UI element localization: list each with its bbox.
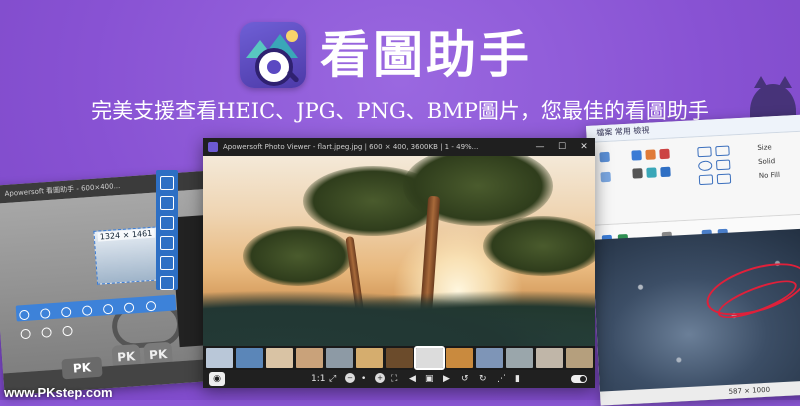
rotate-left-icon[interactable]: ↺ (461, 373, 469, 385)
thumbnail[interactable] (266, 348, 293, 368)
app-mini-icon (208, 142, 218, 152)
maximize-button[interactable]: ☐ (551, 138, 573, 156)
rectangle-tool-icon[interactable] (18, 309, 30, 321)
thumbnail[interactable] (476, 348, 503, 368)
theme-toggle-icon[interactable] (571, 375, 587, 383)
share-icon[interactable]: ⋰ (497, 373, 506, 385)
copy-icon[interactable] (160, 216, 174, 230)
select-icon[interactable] (599, 151, 610, 163)
picker-icon[interactable] (646, 167, 657, 178)
site-watermark: www.PKstep.com (4, 385, 113, 400)
text-tool-icon[interactable] (20, 328, 31, 340)
tree-line (203, 290, 595, 346)
zoom-out-icon[interactable]: − (345, 373, 355, 383)
upload-icon[interactable] (160, 276, 174, 290)
thumbnail[interactable] (356, 348, 383, 368)
ratio-button[interactable]: 1:1 (311, 373, 325, 385)
magnifier-icon[interactable] (660, 166, 671, 178)
photo-viewer-window: Apowersoft Photo Viewer - flart.jpeg.jpg… (203, 138, 595, 388)
blur-tool-icon[interactable] (145, 300, 156, 312)
thumbnail[interactable] (326, 348, 353, 368)
ribbon: Size Solid No Fill (586, 130, 800, 226)
palm-fronds (243, 226, 353, 286)
rect-shape-icon[interactable] (715, 159, 731, 171)
fit-screen-icon[interactable]: ⤢ (329, 373, 336, 385)
thumbnail[interactable] (566, 348, 593, 368)
arrow-shape-icon[interactable] (716, 173, 732, 185)
crop-icon[interactable] (600, 171, 611, 183)
thumbnail[interactable] (506, 348, 533, 368)
eraser-icon[interactable] (632, 168, 643, 179)
viewer-toolbar: ◉ 1:1 ⤢ − • + ⛶ ◀ ▣ ▶ ↺ ↻ ⋰ ▮ (203, 370, 595, 388)
pen-tool-icon[interactable] (103, 303, 114, 315)
ellipse-tool-icon[interactable] (40, 308, 51, 319)
outline-label[interactable]: Solid (758, 157, 775, 166)
arrow-tool-icon[interactable] (82, 305, 93, 316)
right-editor-window: 檔案 常用 檢視 Size Solid No Fill 587 × 1000 (586, 113, 800, 406)
oval-shape-icon[interactable] (697, 160, 713, 172)
share-icon[interactable] (160, 256, 174, 270)
thumbnail[interactable] (386, 348, 413, 368)
fill-label[interactable]: No Fill (759, 171, 780, 180)
fill-icon[interactable] (645, 149, 656, 160)
save-icon[interactable] (160, 196, 174, 210)
pk-badge: PK (61, 356, 103, 380)
thumbnail[interactable] (236, 348, 263, 368)
prev-icon[interactable]: ◀ (409, 373, 416, 385)
thumbnail-strip (203, 346, 595, 370)
highlight-tool-icon[interactable] (124, 302, 135, 313)
thumbnail[interactable] (296, 348, 323, 368)
rotate-right-icon[interactable]: ↻ (479, 373, 487, 385)
app-title: 看圖助手 (320, 26, 532, 84)
next-icon[interactable]: ▶ (443, 373, 450, 385)
line-shape-icon[interactable] (697, 146, 712, 158)
line-tool-icon[interactable] (61, 306, 72, 318)
close-icon[interactable] (160, 176, 174, 190)
palm-fronds (483, 216, 595, 276)
triangle-shape-icon[interactable] (698, 174, 714, 186)
camera-icon[interactable]: ◉ (209, 372, 225, 386)
size-label[interactable]: Size (757, 143, 772, 152)
snowy-forest-image[interactable] (591, 227, 800, 406)
app-logo-icon (240, 22, 306, 88)
minimize-button[interactable]: — (529, 138, 551, 156)
delete-icon[interactable]: ▮ (515, 373, 520, 385)
viewer-title: Apowersoft Photo Viewer - flart.jpeg.jpg… (223, 143, 479, 151)
fullscreen-icon[interactable]: ⛶ (391, 373, 397, 385)
thumbnail[interactable] (536, 348, 563, 368)
pencil-icon[interactable] (631, 150, 642, 161)
close-button[interactable]: ✕ (573, 138, 595, 156)
thumbnail[interactable] (206, 348, 233, 368)
viewer-titlebar: Apowersoft Photo Viewer - flart.jpeg.jpg… (203, 138, 595, 156)
undo-tool-icon[interactable] (62, 325, 74, 337)
text-icon[interactable] (659, 148, 670, 160)
curve-shape-icon[interactable] (715, 145, 730, 157)
zoom-slider[interactable]: • (361, 373, 366, 385)
vertical-tools-panel (156, 170, 178, 310)
slideshow-icon[interactable]: ▣ (425, 373, 434, 385)
pin-icon[interactable] (160, 236, 174, 250)
thumbnail[interactable] (446, 348, 473, 368)
eraser-tool-icon[interactable] (41, 327, 53, 338)
thumbnail[interactable] (414, 346, 445, 370)
main-photo[interactable] (203, 156, 595, 346)
zoom-in-icon[interactable]: + (375, 373, 385, 383)
